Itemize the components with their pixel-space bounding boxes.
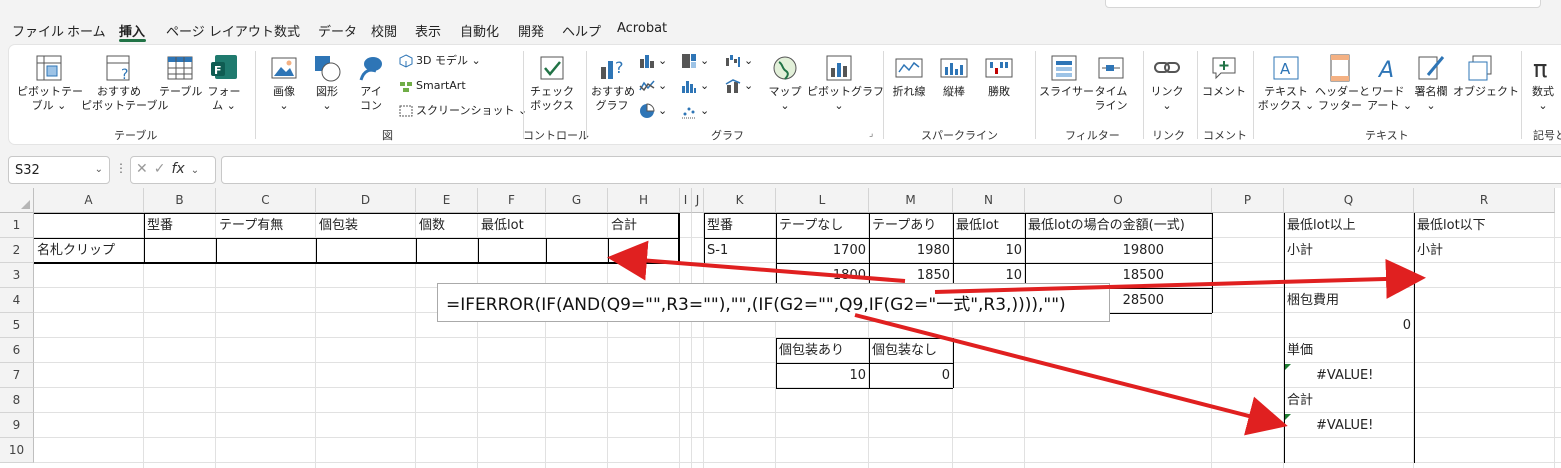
arrow-to-q9 <box>854 313 1288 436</box>
arrow-to-r3 <box>934 258 1426 299</box>
arrow-to-g2 <box>607 240 906 283</box>
excel-window: ファイル ホーム 挿入 ページ レイアウト 数式 データ 校閲 表示 自動化 開… <box>0 0 1561 468</box>
annotation-arrows <box>607 240 1426 436</box>
